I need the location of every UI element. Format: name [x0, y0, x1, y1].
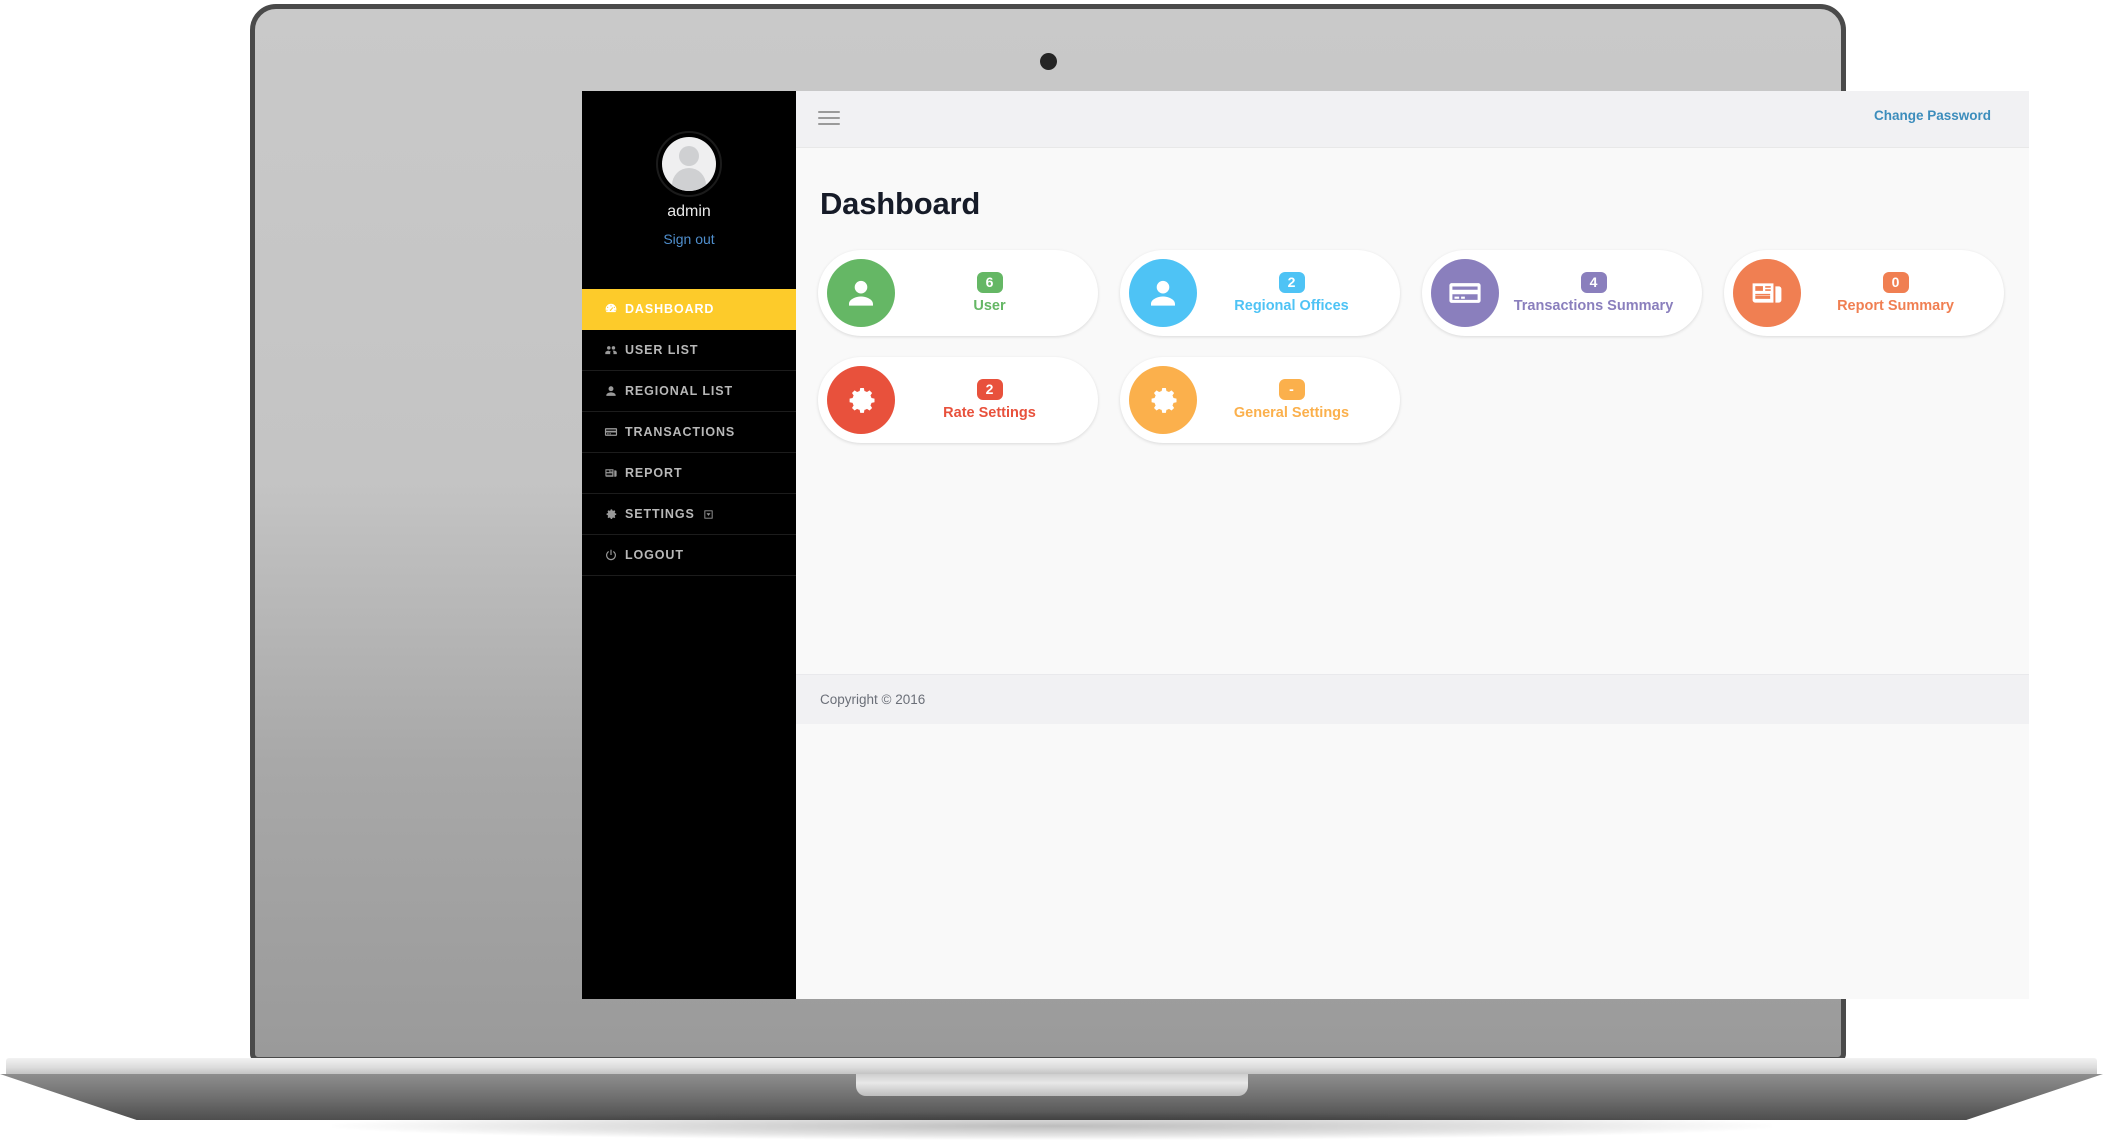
newspaper-icon [604, 466, 625, 480]
hamburger-line [818, 111, 840, 113]
stat-card-general-settings[interactable]: - General Settings [1120, 357, 1400, 443]
laptop-base [0, 1058, 2103, 1120]
avatar [656, 131, 722, 197]
sidebar-username: admin [667, 203, 711, 220]
stat-card-label: User [973, 298, 1006, 314]
sidebar-menu: DASHBOARD USER LIST REGIONAL LIST TRANSACTI… [582, 289, 796, 576]
stat-cards-area: 6 User 2 Regional Offices 4 Transactions Summ… [818, 250, 2008, 443]
avatar-body-shape [672, 168, 706, 191]
stat-card-badge-wrap: 4 [1499, 272, 1688, 293]
page-background-area [796, 724, 2029, 999]
sidebar: admin Sign out DASHBOARD USER LIST REGIONA… [582, 91, 796, 999]
status-badge: 6 [976, 272, 1003, 293]
sidebar-item-label: TRANSACTIONS [625, 425, 736, 439]
webcam-dot [1040, 53, 1057, 70]
sidebar-item-dashboard[interactable]: DASHBOARD [582, 289, 796, 330]
caret-down-icon [703, 509, 714, 520]
dashboard-icon [604, 302, 625, 316]
credit-card-icon [604, 425, 625, 439]
stat-card-text: 2 Rate Settings [895, 379, 1098, 421]
sidebar-item-label: SETTINGS [625, 507, 695, 521]
stat-card-rate-settings[interactable]: 2 Rate Settings [818, 357, 1098, 443]
sidebar-user-panel: admin Sign out [582, 91, 796, 289]
power-icon [604, 548, 625, 562]
stat-card-text: 6 User [895, 272, 1098, 314]
stat-card-label: Rate Settings [943, 405, 1036, 421]
change-password-link[interactable]: Change Password [1874, 108, 1991, 123]
dashboard-app: admin Sign out DASHBOARD USER LIST REGIONA… [582, 91, 2029, 999]
status-badge: 2 [976, 379, 1003, 400]
stat-card-text: 0 Report Summary [1801, 272, 2004, 314]
sidebar-item-label: DASHBOARD [625, 302, 715, 316]
stat-card-badge-wrap: - [1197, 379, 1386, 400]
user-icon [604, 384, 625, 398]
hamburger-line [818, 123, 840, 125]
stat-card-badge-wrap: 6 [895, 272, 1084, 293]
stat-card-label: Report Summary [1837, 298, 1954, 314]
laptop-shadow [331, 1112, 1772, 1140]
stat-card-label: Transactions Summary [1513, 298, 1674, 314]
hamburger-line [818, 117, 840, 119]
avatar-head-shape [679, 146, 699, 166]
stat-card-badge-wrap: 2 [895, 379, 1084, 400]
laptop-base-top-edge [6, 1058, 2097, 1075]
user-avatar-icon [662, 137, 716, 191]
gear-icon [827, 366, 895, 434]
sidebar-item-label: LOGOUT [625, 548, 684, 562]
stat-card-row: 2 Rate Settings - General Settings [818, 357, 2008, 443]
page-title: Dashboard [820, 186, 981, 221]
laptop-screen: admin Sign out DASHBOARD USER LIST REGIONA… [582, 91, 2029, 999]
stat-card-transactions-summary[interactable]: 4 Transactions Summary [1422, 250, 1702, 336]
newspaper-icon [1733, 259, 1801, 327]
stat-card-label: Regional Offices [1234, 298, 1349, 314]
laptop-mockup: admin Sign out DASHBOARD USER LIST REGIONA… [0, 0, 2103, 1143]
stat-card-regional-offices[interactable]: 2 Regional Offices [1120, 250, 1400, 336]
sidebar-item-settings[interactable]: SETTINGS [582, 494, 796, 535]
user-icon [1129, 259, 1197, 327]
topbar: Change Password [796, 91, 2029, 148]
stat-card-text: 2 Regional Offices [1197, 272, 1400, 314]
sidebar-item-transactions[interactable]: TRANSACTIONS [582, 412, 796, 453]
copyright-text: Copyright © 2016 [820, 692, 926, 707]
sidebar-item-user-list[interactable]: USER LIST [582, 330, 796, 371]
users-icon [604, 343, 625, 357]
status-badge: - [1278, 379, 1305, 400]
gear-icon [1129, 366, 1197, 434]
hamburger-icon[interactable] [814, 107, 844, 133]
sidebar-item-label: REPORT [625, 466, 683, 480]
sidebar-item-regional-list[interactable]: REGIONAL LIST [582, 371, 796, 412]
sidebar-item-logout[interactable]: LOGOUT [582, 535, 796, 576]
main-content: Dashboard 6 User 2 Regional Offices 4 Transac… [796, 148, 2029, 674]
sidebar-item-report[interactable]: REPORT [582, 453, 796, 494]
credit-card-icon [1431, 259, 1499, 327]
stat-card-report-summary[interactable]: 0 Report Summary [1724, 250, 2004, 336]
user-icon [827, 259, 895, 327]
stat-card-user[interactable]: 6 User [818, 250, 1098, 336]
stat-card-badge-wrap: 2 [1197, 272, 1386, 293]
stat-card-text: 4 Transactions Summary [1499, 272, 1702, 314]
stat-card-row: 6 User 2 Regional Offices 4 Transactions Summ… [818, 250, 2008, 336]
laptop-base-notch [855, 1074, 1248, 1096]
laptop-lid: admin Sign out DASHBOARD USER LIST REGIONA… [250, 4, 2029, 1062]
stat-card-badge-wrap: 0 [1801, 272, 1990, 293]
gear-icon [604, 507, 625, 521]
sign-out-link[interactable]: Sign out [582, 231, 796, 247]
stat-card-text: - General Settings [1197, 379, 1400, 421]
status-badge: 0 [1882, 272, 1909, 293]
status-badge: 4 [1580, 272, 1607, 293]
footer: Copyright © 2016 [796, 674, 2029, 724]
sidebar-item-label: USER LIST [625, 343, 699, 357]
stat-card-label: General Settings [1233, 405, 1350, 421]
sidebar-item-label: REGIONAL LIST [625, 384, 734, 398]
status-badge: 2 [1278, 272, 1305, 293]
